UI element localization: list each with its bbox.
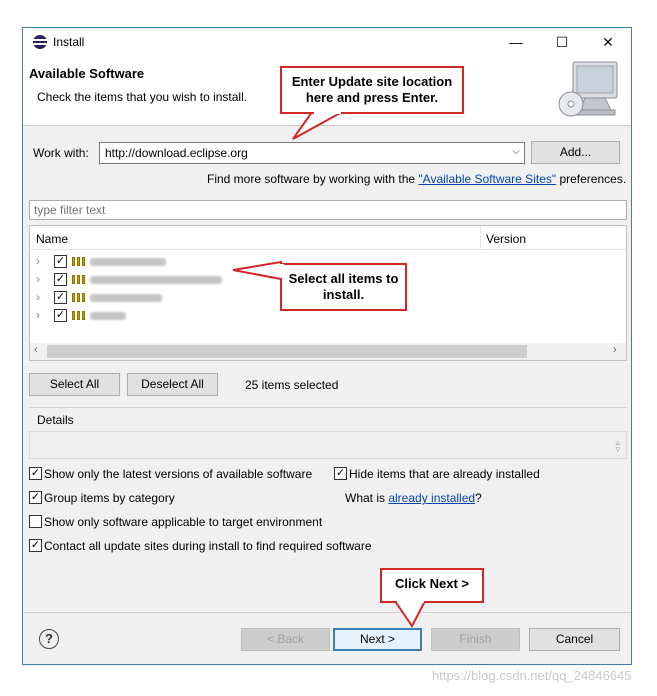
latest-versions-checkbox[interactable]: ✓ [29,467,42,480]
chevron-right-icon[interactable]: › [36,290,40,304]
column-version[interactable]: Version [486,232,526,246]
footer-divider [23,612,631,613]
work-with-input[interactable] [100,143,505,163]
add-site-button[interactable]: Add... [531,141,620,164]
find-more-suffix: preferences. [556,172,627,186]
find-more-text: Find more software by working with the "… [207,172,626,186]
chevron-right-icon[interactable]: › [36,308,40,322]
row-checkbox[interactable]: ✓ [54,273,67,286]
row-checkbox[interactable]: ✓ [54,255,67,268]
callout-join [314,110,341,114]
work-with-label: Work with: [33,146,89,160]
callout-join [397,599,424,603]
monitor-cd-icon [558,61,618,117]
select-all-button[interactable]: Select All [29,373,120,396]
close-button[interactable]: ✕ [585,28,631,56]
callout-next: Click Next > [380,568,484,603]
chevron-right-icon[interactable]: › [36,272,40,286]
category-icon [72,293,86,302]
redacted-name [90,312,126,320]
next-button[interactable]: Next > [333,628,422,651]
eclipse-logo-icon [33,35,47,49]
finish-button[interactable]: Finish [431,628,520,651]
selection-count: 25 items selected [245,378,339,392]
cancel-button[interactable]: Cancel [529,628,620,651]
minimize-button[interactable]: — [493,28,539,56]
details-scroll-icon[interactable]: ▵ ▿ [615,438,620,454]
divider [29,407,627,408]
row-checkbox[interactable]: ✓ [54,309,67,322]
scroll-right-icon[interactable]: › [613,344,617,356]
redacted-name [90,276,222,284]
horizontal-scrollbar[interactable]: ‹ › [30,343,626,360]
callout-select-all: Select all items to install. [280,263,407,311]
deselect-all-button[interactable]: Deselect All [127,373,218,396]
help-icon[interactable]: ? [39,629,59,649]
title-bar: Install — ☐ ✕ [23,28,631,56]
watermark: https://blog.csdn.net/qq_24846645 [432,668,632,683]
contact-sites-checkbox[interactable]: ✓ [29,539,42,552]
find-more-prefix: Find more software by working with the [207,172,419,186]
tree-row[interactable]: › ✓ [30,289,480,307]
tree-column-header: Name Version [30,226,626,250]
back-button[interactable]: < Back [241,628,330,651]
category-icon [72,275,86,284]
applicable-only-label: Show only software applicable to target … [44,515,323,529]
callout-update-site: Enter Update site location here and pres… [280,66,464,114]
hide-installed-checkbox[interactable]: ✓ [334,467,347,480]
category-icon [72,257,86,266]
tree-row[interactable]: › ✓ [30,271,480,289]
what-is-installed-text: What is already installed? [345,491,482,505]
filter-input[interactable] [30,201,626,219]
redacted-name [90,294,162,302]
latest-versions-label: Show only the latest versions of availab… [44,467,313,481]
details-label: Details [37,413,74,427]
column-name[interactable]: Name [36,232,68,246]
hide-installed-label: Hide items that are already installed [349,467,540,481]
chevron-right-icon[interactable]: › [36,254,40,268]
page-subtitle: Check the items that you wish to install… [37,90,248,104]
work-with-combo[interactable]: ⌵ [99,142,525,164]
contact-sites-label: Contact all update sites during install … [44,539,372,553]
scrollbar-thumb[interactable] [47,345,527,358]
install-dialog: Install — ☐ ✕ Available Software Check t… [22,27,632,665]
row-checkbox[interactable]: ✓ [54,291,67,304]
column-divider[interactable] [480,226,481,250]
already-installed-link[interactable]: already installed [388,491,475,505]
scroll-left-icon[interactable]: ‹ [34,344,38,356]
maximize-button[interactable]: ☐ [539,28,585,56]
what-is-prefix: What is [345,491,389,505]
details-pane: ▵ ▿ [29,431,627,459]
group-by-category-label: Group items by category [44,491,175,505]
callout-join [280,264,284,278]
what-is-suffix: ? [475,491,482,505]
filter-box[interactable] [29,200,627,220]
window-title: Install [53,35,85,49]
applicable-only-checkbox[interactable] [29,515,42,528]
available-sites-link[interactable]: "Available Software Sites" [418,172,556,186]
chevron-down-icon[interactable]: ⌵ [512,146,520,157]
group-by-category-checkbox[interactable]: ✓ [29,491,42,504]
tree-row[interactable]: › ✓ [30,307,480,325]
tree-row[interactable]: › ✓ [30,253,480,271]
category-icon [72,311,86,320]
page-title: Available Software [29,66,145,81]
redacted-name [90,258,166,266]
